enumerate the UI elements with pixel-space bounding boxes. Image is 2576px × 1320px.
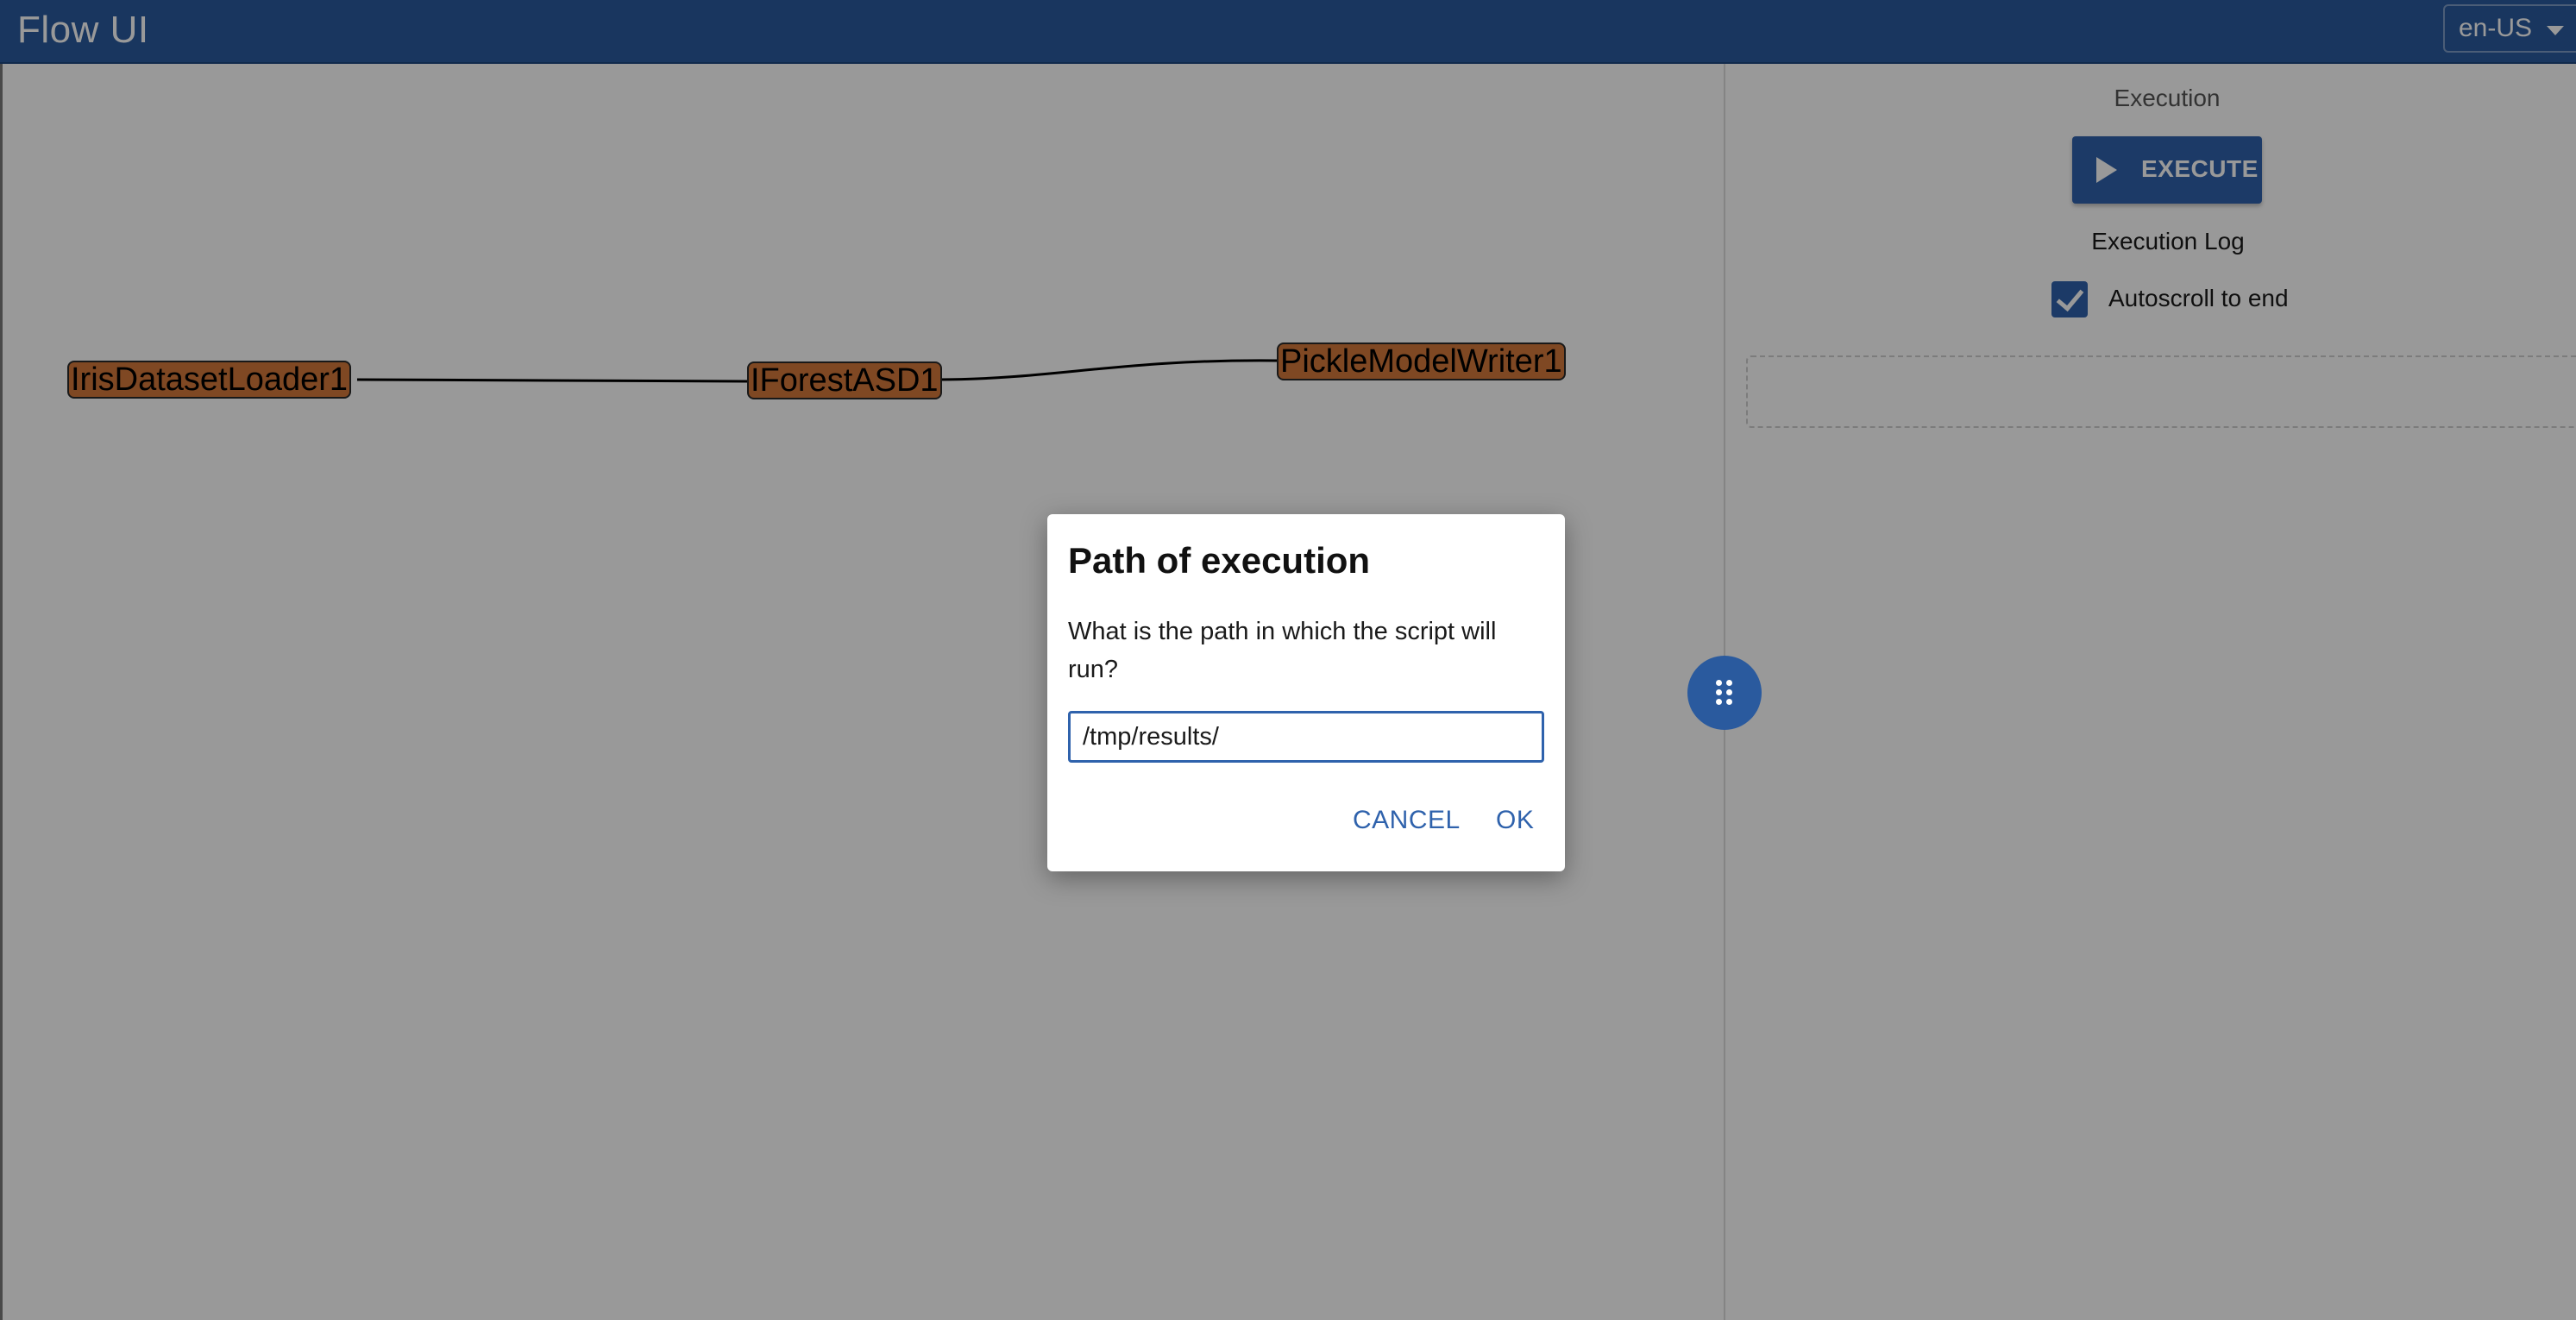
- panel-resize-handle[interactable]: [1687, 656, 1762, 730]
- cancel-button[interactable]: CANCEL: [1353, 806, 1461, 835]
- ok-button[interactable]: OK: [1496, 806, 1534, 835]
- path-input[interactable]: [1068, 711, 1544, 763]
- path-dialog: Path of execution What is the path in wh…: [1047, 514, 1565, 871]
- dialog-title: Path of execution: [1068, 540, 1371, 581]
- dialog-question: What is the path in which the script wil…: [1068, 618, 1497, 683]
